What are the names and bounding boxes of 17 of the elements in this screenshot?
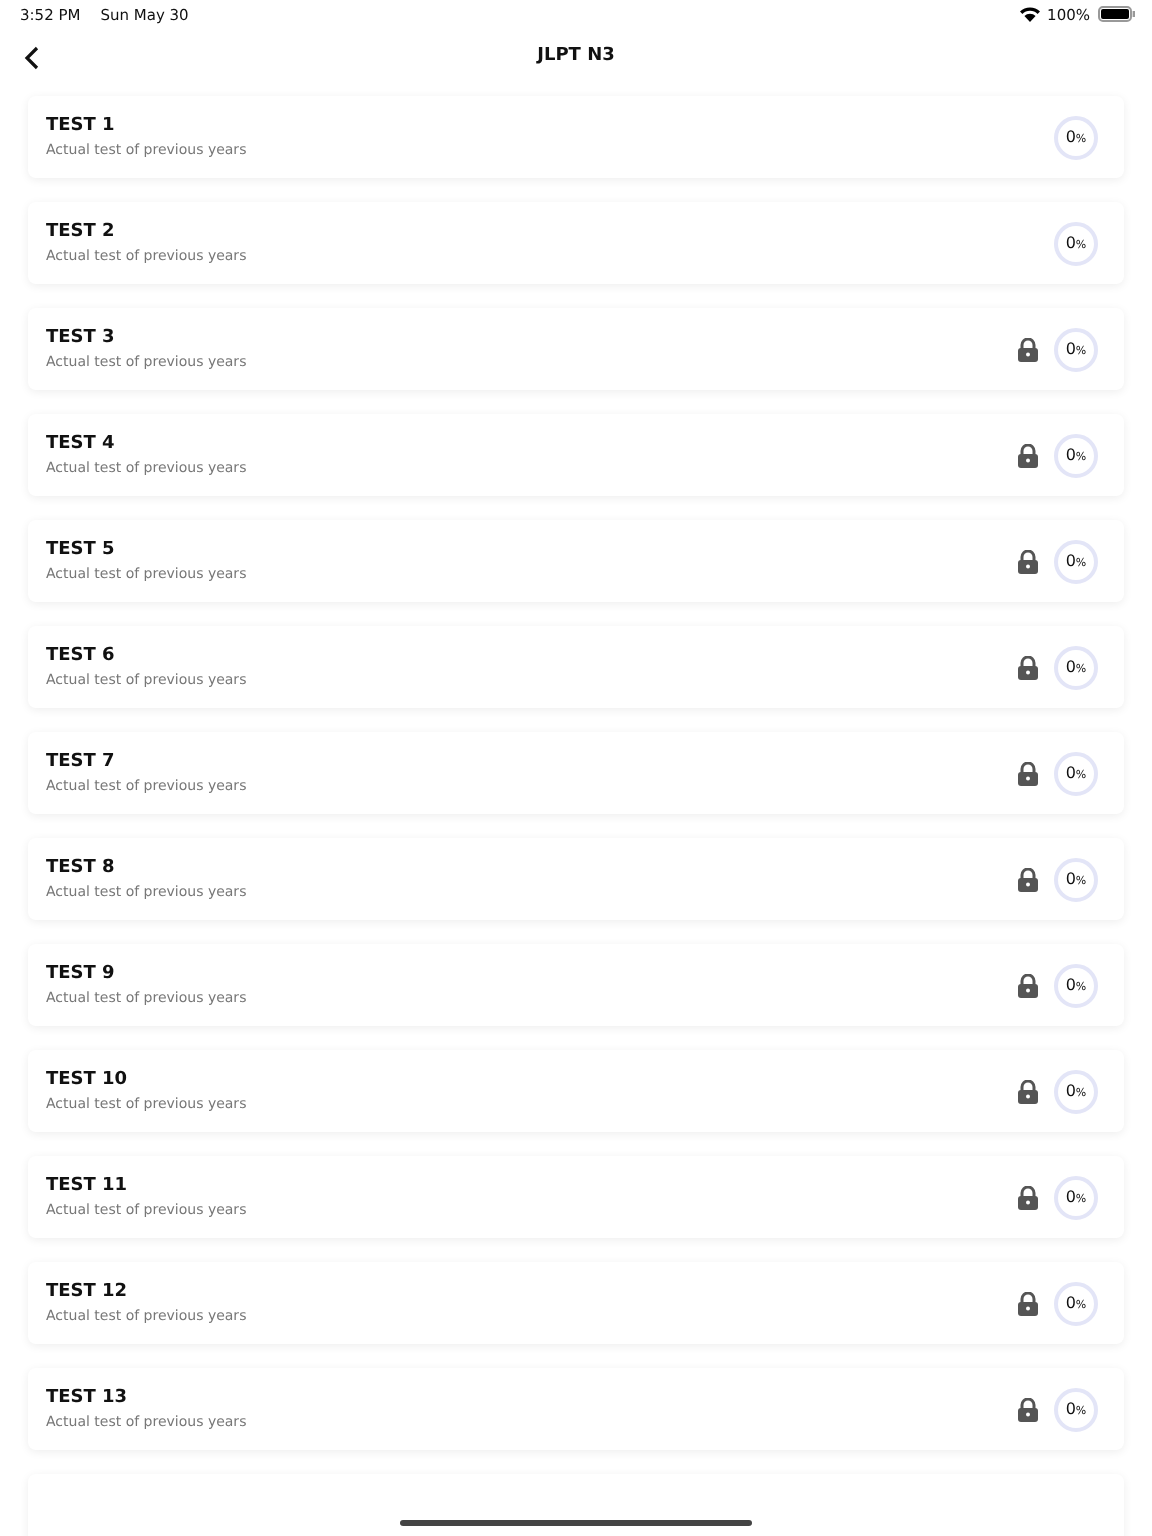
test-title: TEST 6 [46, 646, 117, 666]
test-title: TEST 3 [46, 328, 117, 348]
test-title: TEST 10 [46, 1070, 130, 1090]
page-title: JLPT N3 [537, 46, 615, 66]
test-title: TEST 13 [46, 1388, 130, 1408]
back-button[interactable] [20, 42, 44, 74]
test-title: TEST 4 [46, 434, 117, 454]
test-title: TEST 5 [46, 540, 117, 560]
wifi-icon [1019, 6, 1040, 22]
test-title: TEST 9 [46, 964, 117, 984]
test-title: TEST 8 [46, 858, 117, 878]
test-title: TEST 1 [46, 116, 117, 136]
test-title: TEST 11 [46, 1176, 130, 1196]
test-title: TEST 12 [46, 1282, 130, 1302]
test-title: TEST 2 [46, 222, 117, 242]
battery-icon [1098, 6, 1136, 22]
test-title: TEST 7 [46, 752, 117, 772]
